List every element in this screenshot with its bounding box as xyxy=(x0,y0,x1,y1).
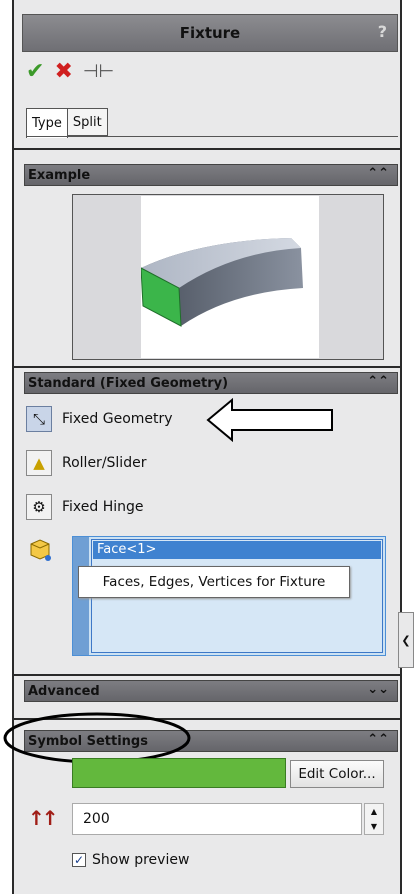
panel-title-bar: Fixture ? xyxy=(22,14,398,52)
example-canvas xyxy=(140,196,319,358)
divider xyxy=(14,366,402,368)
symbol-size-stepper[interactable]: ▲ ▼ xyxy=(364,803,384,835)
option-fixed-hinge[interactable]: ⚙ Fixed Hinge xyxy=(26,494,144,520)
edit-color-button[interactable]: Edit Color... xyxy=(290,760,384,788)
help-button[interactable]: ? xyxy=(378,22,387,41)
expand-chevron-icon[interactable]: ⌄⌄ xyxy=(367,682,389,697)
selection-tooltip: Faces, Edges, Vertices for Fixture xyxy=(78,566,350,598)
section-advanced-header[interactable]: Advanced ⌄⌄ xyxy=(24,680,398,702)
section-advanced-title: Advanced xyxy=(28,683,100,699)
pushpin-button[interactable]: ⊣⊢ xyxy=(83,61,114,83)
curved-block-illustration xyxy=(140,238,303,327)
collapse-chevron-icon[interactable]: ⌃⌃ xyxy=(367,374,389,389)
option-roller-slider-label: Roller/Slider xyxy=(62,455,147,471)
option-fixed-hinge-label: Fixed Hinge xyxy=(62,499,144,515)
tab-divider xyxy=(26,136,398,137)
cancel-button[interactable]: ✖ xyxy=(54,61,72,83)
symbol-size-input[interactable]: 200 xyxy=(72,803,362,835)
collapse-chevron-icon[interactable]: ⌃⌃ xyxy=(367,732,389,747)
selected-face-item[interactable]: Face<1> xyxy=(93,541,381,559)
section-example-header[interactable]: Example ⌃⌃ xyxy=(24,164,398,186)
divider xyxy=(14,674,402,676)
fixed-hinge-icon: ⚙ xyxy=(26,494,52,520)
panel-title: Fixture xyxy=(179,24,241,42)
callout-arrow-icon xyxy=(206,398,333,442)
section-standard-header[interactable]: Standard (Fixed Geometry) ⌃⌃ xyxy=(24,372,398,394)
option-roller-slider[interactable]: ▲ Roller/Slider xyxy=(26,450,146,476)
symbol-color-swatch xyxy=(72,758,286,788)
tab-type[interactable]: Type xyxy=(26,108,68,138)
ok-button[interactable]: ✔ xyxy=(26,61,44,83)
section-standard-title: Standard (Fixed Geometry) xyxy=(28,375,229,391)
tab-bar: Type Split xyxy=(26,108,108,138)
face-selection-icon xyxy=(28,537,52,565)
symbol-size-icon: ↑↑ xyxy=(28,806,58,830)
divider xyxy=(14,148,402,150)
show-preview-checkbox[interactable]: ✓ Show preview xyxy=(72,852,189,868)
tab-type-label: Type xyxy=(32,116,62,131)
collapse-chevron-icon[interactable]: ⌃⌃ xyxy=(367,166,389,181)
roller-slider-icon: ▲ xyxy=(26,450,52,476)
tab-split[interactable]: Split xyxy=(66,108,108,136)
example-image xyxy=(72,194,384,360)
fixed-geometry-icon: ⤡ xyxy=(26,406,52,432)
tab-split-label: Split xyxy=(72,114,102,130)
action-buttons: ✔ ✖ ⊣⊢ xyxy=(26,58,114,86)
checkbox-checked-icon[interactable]: ✓ xyxy=(72,853,86,867)
section-example-title: Example xyxy=(28,167,91,183)
option-fixed-geometry-label: Fixed Geometry xyxy=(62,411,173,427)
panel-collapse-handle[interactable]: ❮ xyxy=(398,612,414,668)
option-fixed-geometry[interactable]: ⤡ Fixed Geometry xyxy=(26,406,173,432)
show-preview-label: Show preview xyxy=(92,852,190,868)
